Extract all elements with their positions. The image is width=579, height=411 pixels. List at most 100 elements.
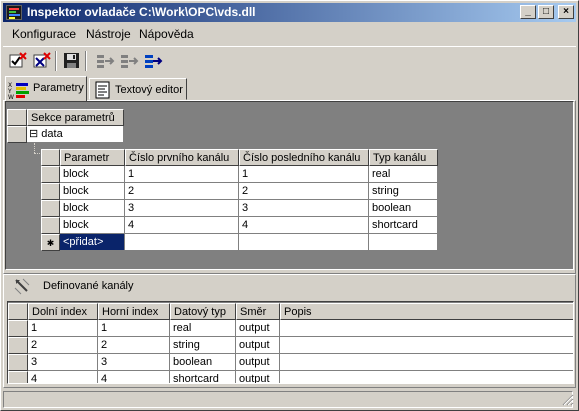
floppy-save-icon — [64, 53, 79, 68]
param-cell[interactable]: real — [369, 166, 438, 183]
import-button[interactable] — [93, 50, 115, 72]
channel-cell[interactable]: boolean — [170, 354, 236, 371]
resize-grip-icon[interactable] — [562, 394, 574, 406]
close-button[interactable]: × — [558, 5, 574, 19]
minimize-icon: _ — [525, 6, 531, 17]
channel-cell[interactable]: 1 — [28, 320, 98, 337]
clear-button[interactable] — [31, 50, 53, 72]
maximize-button[interactable]: □ — [538, 5, 554, 19]
import-icon — [97, 55, 115, 68]
new-row-marker[interactable]: ✱ — [41, 234, 60, 251]
main-window: Inspektor ovladače C:\Work\OPC\vds.dll _… — [0, 0, 579, 411]
param-cell[interactable]: shortcard — [369, 217, 438, 234]
column-header-parametr[interactable]: Parametr — [60, 149, 125, 166]
toolbar-separator — [55, 51, 57, 71]
row-selector[interactable] — [41, 183, 60, 200]
status-bar — [3, 390, 576, 408]
save-button[interactable] — [61, 50, 83, 72]
row-selector[interactable] — [8, 354, 28, 371]
channel-cell[interactable]: 2 — [98, 337, 170, 354]
tool-wrench-icon — [14, 278, 30, 295]
param-cell[interactable]: 3 — [125, 200, 239, 217]
channel-cell[interactable] — [280, 320, 573, 337]
channel-cell[interactable]: output — [236, 354, 280, 371]
app-icon — [6, 5, 22, 20]
tab-textovy-editor[interactable]: Textový editor — [89, 78, 187, 100]
channel-cell[interactable]: output — [236, 320, 280, 337]
section-header[interactable]: Sekce parametrů — [27, 109, 124, 126]
export-button[interactable] — [117, 50, 139, 72]
window-title: Inspektor ovladače C:\Work\OPC\vds.dll — [27, 5, 256, 19]
param-cell[interactable]: block — [60, 166, 125, 183]
column-header-typ-kanalu[interactable]: Typ kanálu — [369, 149, 438, 166]
column-header-datovy-typ[interactable]: Datový typ — [170, 303, 236, 320]
param-cell[interactable]: block — [60, 200, 125, 217]
row-selector[interactable] — [8, 371, 28, 383]
channel-cell[interactable]: output — [236, 337, 280, 354]
channel-cell[interactable]: real — [170, 320, 236, 337]
tree-node-data[interactable]: ⊟ data — [27, 126, 124, 143]
channel-cell[interactable]: 4 — [98, 371, 170, 383]
row-selector[interactable] — [7, 109, 27, 126]
header-corner — [41, 149, 60, 166]
move-right-icon — [145, 55, 163, 68]
channel-cell[interactable]: 2 — [28, 337, 98, 354]
parameters-grid-panel: Sekce parametrů ⊟ data Parametr Číslo pr… — [5, 101, 574, 270]
column-header-smer[interactable]: Směr — [236, 303, 280, 320]
param-cell[interactable]: block — [60, 183, 125, 200]
row-selector[interactable] — [41, 217, 60, 234]
param-cell[interactable]: 4 — [239, 217, 369, 234]
text-document-icon — [95, 81, 110, 99]
move-right-button[interactable] — [141, 50, 163, 72]
column-header-dolni-index[interactable]: Dolní index — [28, 303, 98, 320]
row-selector[interactable] — [8, 337, 28, 354]
add-row-cell[interactable] — [369, 234, 438, 251]
param-cell[interactable]: 1 — [239, 166, 369, 183]
add-row-cell[interactable] — [239, 234, 369, 251]
channel-cell[interactable]: 3 — [28, 354, 98, 371]
minimize-button[interactable]: _ — [520, 5, 536, 19]
param-cell[interactable]: string — [369, 183, 438, 200]
param-cell[interactable]: 3 — [239, 200, 369, 217]
maximize-icon: □ — [542, 6, 550, 17]
menu-konfigurace[interactable]: Konfigurace — [12, 27, 76, 41]
column-header-horni-index[interactable]: Horní index — [98, 303, 170, 320]
channels-title: Definované kanály — [43, 280, 134, 292]
menu-napoveda[interactable]: Nápověda — [139, 27, 194, 41]
channel-cell[interactable] — [280, 371, 573, 383]
channel-cell[interactable]: string — [170, 337, 236, 354]
add-row-cell[interactable] — [125, 234, 239, 251]
collapse-toggle[interactable]: ⊟ — [29, 128, 38, 140]
channel-cell[interactable]: shortcard — [170, 371, 236, 383]
row-selector[interactable] — [41, 166, 60, 183]
param-cell[interactable]: block — [60, 217, 125, 234]
channel-cell[interactable]: output — [236, 371, 280, 383]
xyz-bars-icon: X Y W — [8, 82, 29, 100]
channel-cell[interactable] — [280, 337, 573, 354]
column-header-posledni-kanal[interactable]: Číslo posledního kanálu — [239, 149, 369, 166]
tab-parametry[interactable]: X Y W Parametry — [5, 76, 87, 101]
param-cell[interactable]: 4 — [125, 217, 239, 234]
param-cell[interactable]: boolean — [369, 200, 438, 217]
column-header-popis[interactable]: Popis — [280, 303, 573, 320]
column-header-prvni-kanal[interactable]: Číslo prvního kanálu — [125, 149, 239, 166]
check-red-x-icon — [9, 52, 27, 68]
tree-node-label: data — [41, 128, 63, 140]
export-icon — [121, 55, 139, 68]
blue-x-icon — [33, 52, 51, 68]
menu-bar: Konfigurace Nástroje Nápověda — [3, 24, 576, 44]
row-selector[interactable] — [7, 126, 27, 143]
param-cell[interactable]: 2 — [239, 183, 369, 200]
param-cell[interactable]: 2 — [125, 183, 239, 200]
validate-button[interactable] — [7, 50, 29, 72]
channel-cell[interactable]: 1 — [98, 320, 170, 337]
title-bar[interactable]: Inspektor ovladače C:\Work\OPC\vds.dll _… — [3, 3, 576, 22]
add-row-cell[interactable]: <přidat> — [60, 234, 125, 251]
param-cell[interactable]: 1 — [125, 166, 239, 183]
channel-cell[interactable]: 3 — [98, 354, 170, 371]
channel-cell[interactable] — [280, 354, 573, 371]
menu-nastroje[interactable]: Nástroje — [86, 27, 131, 41]
channel-cell[interactable]: 4 — [28, 371, 98, 383]
row-selector[interactable] — [41, 200, 60, 217]
row-selector[interactable] — [8, 320, 28, 337]
